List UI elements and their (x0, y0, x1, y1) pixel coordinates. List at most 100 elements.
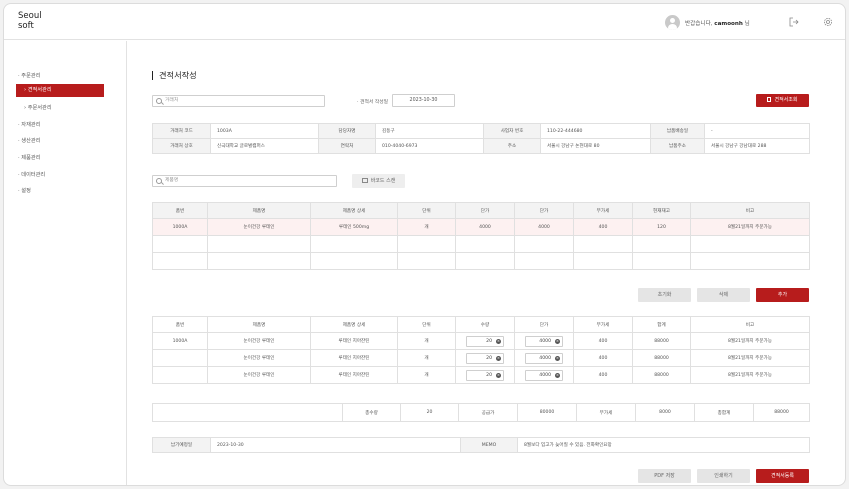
col-header: 현재재고 (632, 202, 691, 219)
table-cell: 8월21일까지 주문가능 (690, 349, 810, 367)
price-value: 4000 (539, 338, 551, 344)
delete-button[interactable]: 삭제 (697, 288, 750, 302)
table-cell: 루테인 지아잔틴 (310, 349, 398, 367)
table-cell (397, 235, 456, 253)
table-cell: 눈이건강 루테인 (207, 349, 311, 367)
quote-date-field[interactable]: 2023-10-30 (392, 94, 455, 107)
quantity-input[interactable]: 20 × (466, 369, 504, 381)
sidebar-item-product-management[interactable]: · 제품관리 (18, 154, 40, 161)
table-row[interactable]: 눈이건강 루테인 루테인 지아잔틴 개 20 × 4000 × 400 88000 … (152, 349, 810, 367)
clear-icon[interactable]: × (555, 355, 560, 361)
business-number-value: 110-22-444680 (540, 123, 651, 139)
col-header: 단위 (397, 316, 456, 333)
register-quote-button[interactable]: 견적서등록 (756, 469, 809, 483)
table-cell (455, 252, 515, 270)
vat-label: 부가세 (576, 403, 636, 422)
sidebar-item-settings[interactable]: · 설정 (18, 187, 31, 194)
quantity-value: 20 (486, 372, 492, 378)
col-header: 제품명 상세 (310, 316, 398, 333)
gear-icon[interactable] (822, 16, 834, 28)
totals-row: 총수량 20 공급가 80000 부가세 8000 총합계 88000 (152, 403, 810, 422)
table-cell: 개 (397, 349, 456, 367)
sidebar-item-quote-management[interactable]: › 견적서관리 (16, 84, 104, 97)
due-date-value[interactable]: 2023-10-30 (210, 437, 461, 453)
manager-value: 김동구 (375, 123, 484, 139)
quote-date-label: · 견적서 작성일 (357, 100, 389, 105)
col-header: 품번 (152, 202, 208, 219)
delivery-memo-row: 납기예정일 2023-10-30 MEMO 8월보다 입고가 늦어질 수 있음.… (152, 437, 810, 453)
table-header-row: 품번 제품명 제품명 상세 단위 수량 단가 부가세 합계 비고 (152, 316, 810, 333)
client-code-label: 거래처 코드 (152, 123, 211, 139)
sidebar-item-material-management[interactable]: · 자재관리 (18, 121, 40, 128)
quantity-value: 20 (486, 338, 492, 344)
table-cell (310, 235, 398, 253)
totals-spacer (152, 403, 343, 422)
table-cell: 개 (397, 218, 456, 236)
reset-button[interactable]: 초기화 (638, 288, 691, 302)
table-cell (455, 235, 515, 253)
table-row[interactable]: 눈이건강 루테인 루테인 지아잔틴 개 20 × 4000 × 400 88000 … (152, 366, 810, 384)
sidebar-item-order-management[interactable]: · 주문관리 (18, 72, 40, 79)
table-header-row: 품번 제품명 제품명 상세 단위 단가 단가 부가세 현재재고 비고 (152, 202, 810, 219)
quantity-input[interactable]: 20 × (466, 352, 504, 364)
client-name-value: 신극대학교 글로벌캠퍼스 (210, 138, 319, 154)
col-header: 수량 (455, 316, 515, 333)
table-cell (310, 252, 398, 270)
memo-field[interactable]: 8월보다 입고가 늦어질 수 있음. 전화확인요망 (517, 437, 810, 453)
table-row[interactable]: 1000A 눈이건강 루테인 루테인 500mg 개 4000 4000 400… (152, 218, 810, 236)
quote-lookup-button[interactable]: 견적서조회 (756, 94, 809, 107)
price-input[interactable]: 4000 × (525, 369, 563, 381)
logo-line1: Seoul (18, 11, 42, 21)
price-cell: 4000 × (514, 366, 574, 384)
pdf-save-button[interactable]: PDF 저장 (638, 469, 691, 483)
sidebar-item-production-management[interactable]: · 생산관리 (18, 137, 40, 144)
table-row[interactable] (152, 235, 810, 253)
table-cell: 400 (573, 366, 633, 384)
delivery-date-value: - (704, 123, 810, 139)
clear-icon[interactable]: × (496, 372, 501, 378)
clear-icon[interactable]: × (555, 338, 560, 344)
table-cell (207, 235, 311, 253)
table-cell (514, 252, 574, 270)
print-button[interactable]: 인쇄하기 (697, 469, 750, 483)
quantity-input[interactable]: 20 × (466, 335, 504, 347)
product-search-input[interactable]: 제품명 (152, 175, 337, 187)
table-cell (573, 252, 633, 270)
grand-total-value: 88000 (753, 403, 810, 422)
table-cell: 눈이건강 루테인 (207, 332, 311, 350)
logo-line2: soft (18, 21, 34, 31)
app-logo[interactable]: Seoul soft (18, 11, 42, 31)
supply-label: 공급가 (458, 403, 518, 422)
clear-icon[interactable]: × (496, 355, 501, 361)
col-header: 단위 (397, 202, 456, 219)
barcode-scan-button[interactable]: 바코드 스캔 (352, 174, 405, 188)
due-date-label: 납기예정일 (152, 437, 211, 453)
table-cell (632, 235, 691, 253)
clear-icon[interactable]: × (555, 372, 560, 378)
quantity-value: 20 (486, 355, 492, 361)
col-header: 제품명 상세 (310, 202, 398, 219)
table-row[interactable]: 1000A 눈이건강 루테인 루테인 지아잔틴 개 20 × 4000 × 400 … (152, 332, 810, 350)
col-header: 제품명 (207, 316, 311, 333)
logout-icon[interactable] (788, 16, 800, 28)
table-cell (632, 252, 691, 270)
table-row[interactable] (152, 252, 810, 270)
col-header: 단가 (514, 202, 574, 219)
qty-cell: 20 × (455, 349, 515, 367)
add-button[interactable]: 추가 (756, 288, 809, 302)
sidebar-item-order-form-management[interactable]: › 주문서관리 (24, 104, 52, 111)
client-search-placeholder: 거래처 (165, 98, 179, 103)
sidebar: · 주문관리 › 견적서관리 › 주문서관리 · 자재관리 · 생산관리 · 제… (4, 41, 127, 485)
price-input[interactable]: 4000 × (525, 352, 563, 364)
order-table: 품번 제품명 제품명 상세 단위 수량 단가 부가세 합계 비고 1000A 눈… (152, 316, 810, 384)
table-cell: 눈이건강 루테인 (207, 218, 311, 236)
clear-icon[interactable]: × (496, 338, 501, 344)
client-search-input[interactable]: 거래처 (152, 95, 325, 107)
delivery-address-label: 납품주소 (650, 138, 705, 154)
total-qty-label: 총수량 (342, 403, 401, 422)
business-number-label: 사업자 번호 (483, 123, 541, 139)
supply-value: 80000 (517, 403, 577, 422)
price-input[interactable]: 4000 × (525, 335, 563, 347)
delivery-memo-table: 납기예정일 2023-10-30 MEMO 8월보다 입고가 늦어질 수 있음.… (152, 437, 810, 453)
sidebar-item-data-management[interactable]: · 데이터관리 (18, 171, 45, 178)
